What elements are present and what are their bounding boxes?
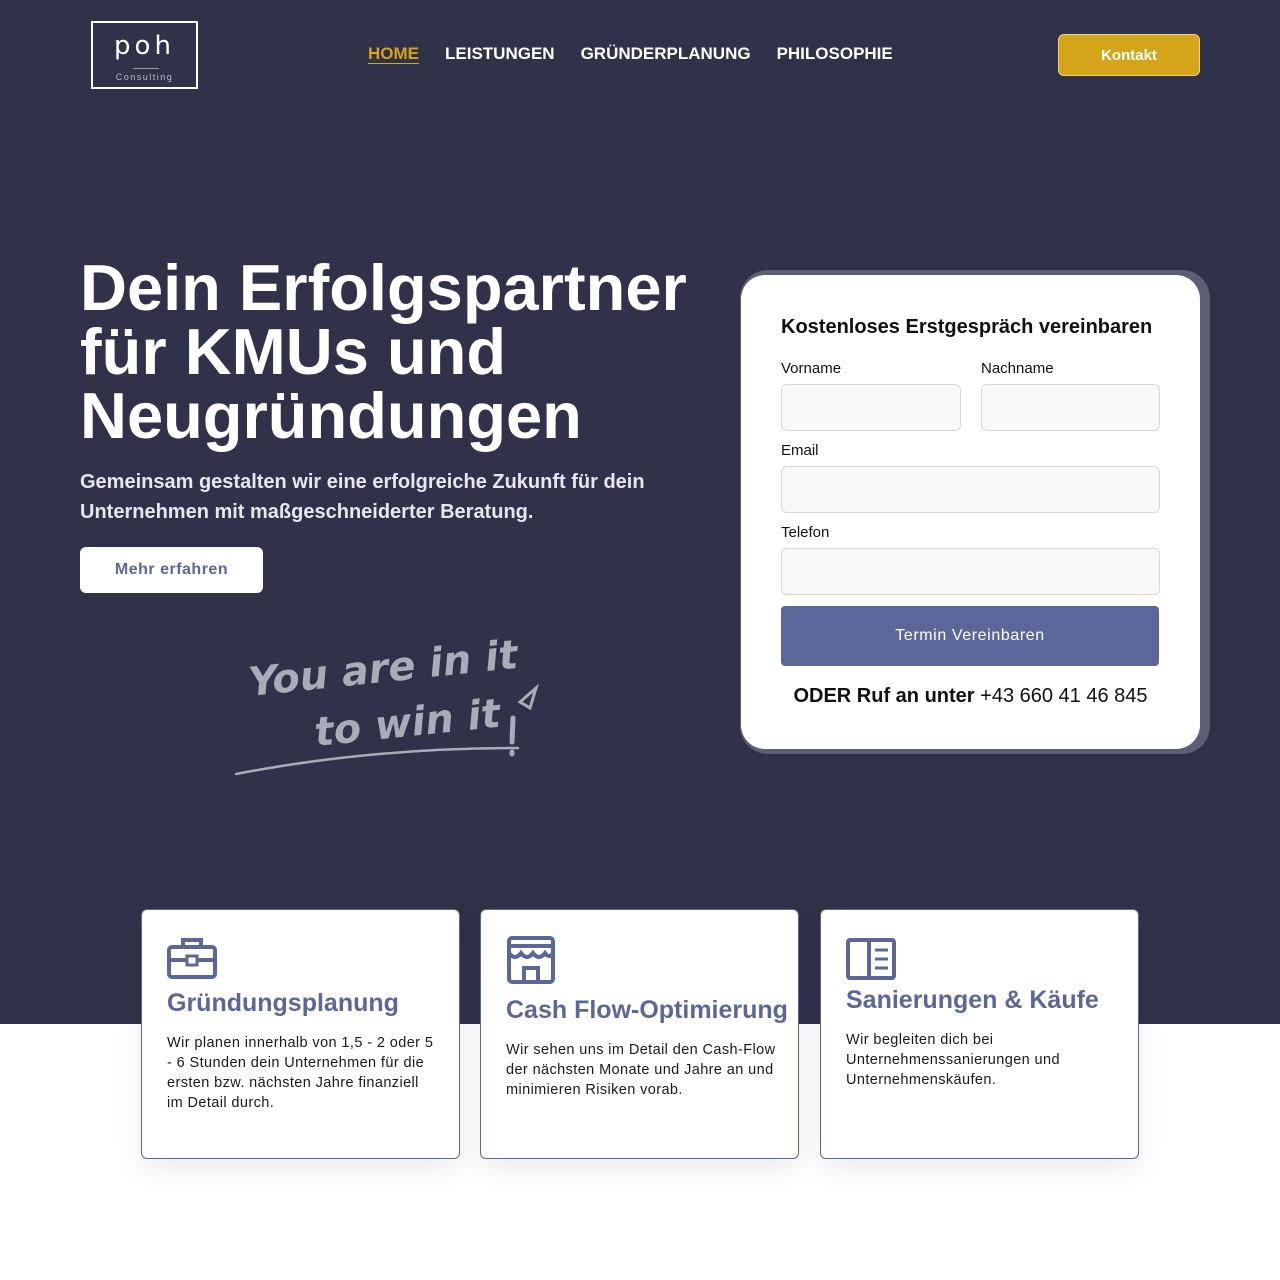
handwriting-line: to win it xyxy=(312,691,504,756)
hero-subtitle: Gemeinsam gestalten wir eine erfolgreich… xyxy=(80,471,645,523)
underline-swoosh xyxy=(234,746,520,776)
call-prefix: ODER Ruf an unter xyxy=(793,685,975,707)
service-title: Cash Flow-Optimierung xyxy=(506,996,788,1024)
telefon-label: Telefon xyxy=(781,524,830,541)
handwriting-slogan: You are in it to win it xyxy=(234,632,539,776)
hero-title-line: Neugründungen xyxy=(80,379,582,452)
service-text: Wir planen innerhalb von 1,5 - 2 oder 5 … xyxy=(167,1035,434,1111)
call-info: ODER Ruf an unter +43 660 41 46 845 xyxy=(741,685,1200,708)
form-title: Kostenloses Erstgespräch vereinbaren xyxy=(781,316,1153,338)
service-card-sanierungen[interactable]: Sanierungen & Käufe Wir begleiten dich b… xyxy=(820,909,1139,1159)
email-label: Email xyxy=(781,442,819,459)
service-text: Wir begleiten dich bei Unternehmenssanie… xyxy=(846,1032,1060,1088)
phone-number[interactable]: +43 660 41 46 845 xyxy=(980,685,1147,707)
nachname-field[interactable] xyxy=(981,384,1160,431)
hero-title: Dein Erfolgspartner für KMUs und Neugrün… xyxy=(80,255,700,448)
more-info-button[interactable]: Mehr erfahren xyxy=(80,547,263,593)
appointment-form: Kostenloses Erstgespräch vereinbaren Vor… xyxy=(741,275,1200,749)
kontakt-button[interactable]: Kontakt xyxy=(1058,34,1200,76)
logo-subtitle: Consulting xyxy=(115,72,174,82)
hero-title-line: für KMUs und xyxy=(80,315,507,388)
logo-text: poh xyxy=(114,31,175,61)
logo-divider xyxy=(133,68,159,69)
nav-item-gruenderplanung[interactable]: GRÜNDERPLANUNG xyxy=(581,44,751,64)
briefcase-icon xyxy=(167,938,217,979)
hero-title-line: Dein Erfolgspartner xyxy=(80,251,687,324)
vorname-label: Vorname xyxy=(781,360,842,377)
storefront-icon xyxy=(507,936,555,984)
nav-item-leistungen[interactable]: LEISTUNGEN xyxy=(445,44,555,64)
nachname-label: Nachname xyxy=(981,360,1054,377)
book-icon xyxy=(846,938,896,980)
logo[interactable]: poh Consulting xyxy=(91,21,198,89)
nav-item-home[interactable]: HOME xyxy=(368,44,419,64)
main-nav: HOME LEISTUNGEN GRÜNDERPLANUNG PHILOSOPH… xyxy=(368,44,919,64)
service-title: Sanierungen & Käufe xyxy=(846,986,1099,1014)
service-title: Gründungsplanung xyxy=(167,989,399,1017)
service-card-cashflow[interactable]: Cash Flow-Optimierung Wir sehen uns im D… xyxy=(480,909,799,1159)
service-text: Wir sehen uns im Detail den Cash-Flow de… xyxy=(506,1042,776,1098)
pen-nib-icon xyxy=(517,683,539,711)
submit-appointment-button[interactable]: Termin Vereinbaren xyxy=(781,606,1159,666)
email-field[interactable] xyxy=(781,466,1160,513)
service-card-gruendungsplanung[interactable]: Gründungsplanung Wir planen innerhalb vo… xyxy=(141,909,460,1159)
nav-item-philosophie[interactable]: PHILOSOPHIE xyxy=(777,44,893,64)
telefon-field[interactable] xyxy=(781,548,1160,595)
vorname-field[interactable] xyxy=(781,384,961,431)
